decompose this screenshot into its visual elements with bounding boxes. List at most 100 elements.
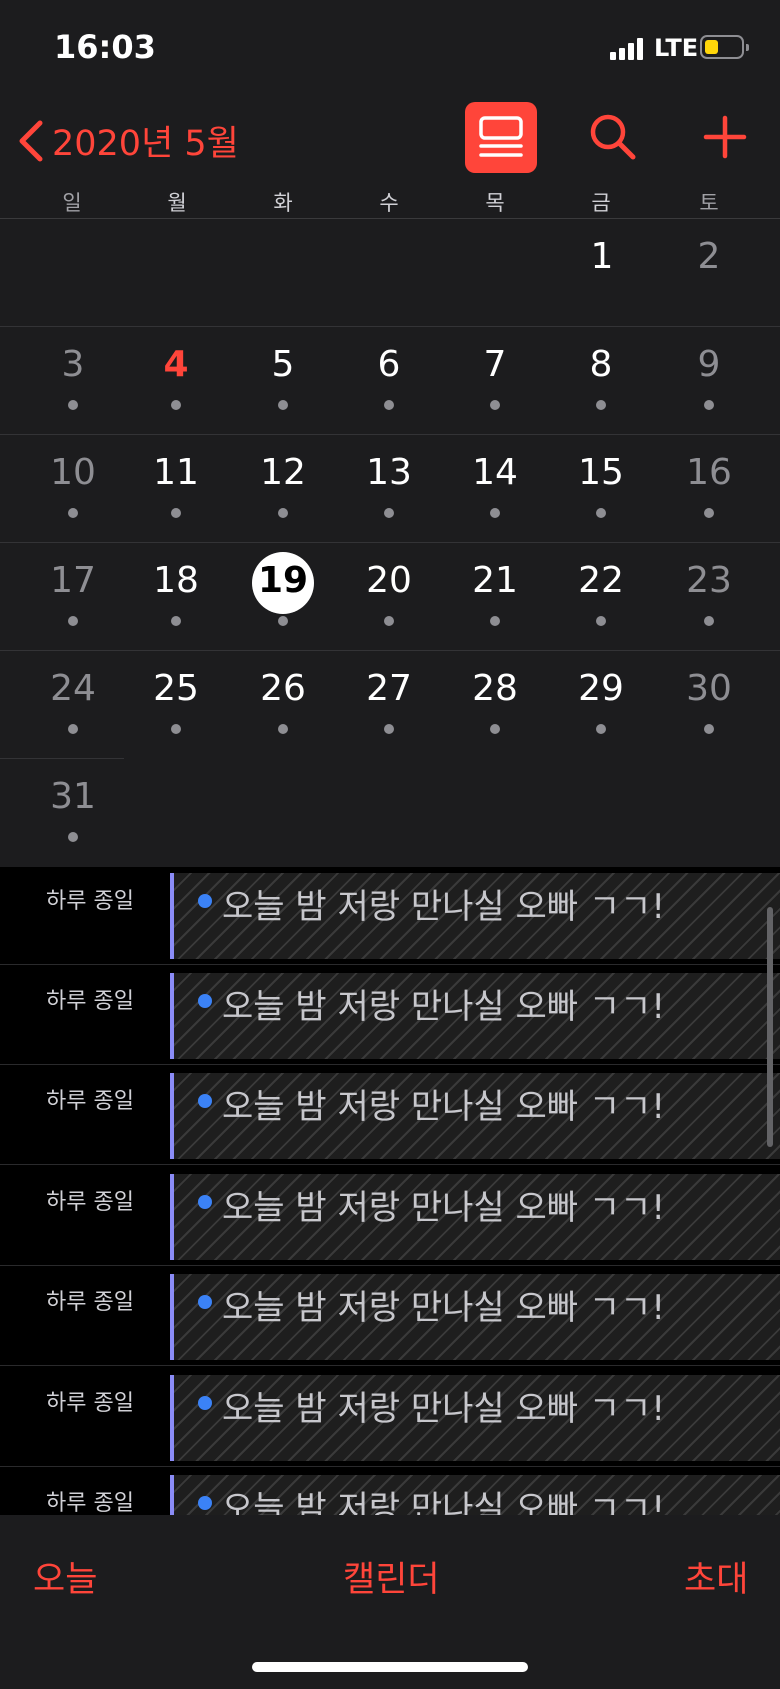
day-cell[interactable]: 16	[659, 451, 759, 518]
event-dot	[68, 724, 78, 734]
divider	[0, 1365, 780, 1366]
event-dot	[278, 616, 288, 626]
list-view-button[interactable]	[465, 102, 537, 173]
home-indicator[interactable]	[252, 1662, 528, 1672]
inbox-button[interactable]: 초대	[684, 1551, 748, 1602]
add-event-button[interactable]	[700, 112, 750, 162]
day-number: 11	[153, 452, 199, 493]
event-dot	[278, 508, 288, 518]
day-cell[interactable]: 11	[126, 451, 226, 518]
day-number: 12	[260, 452, 306, 493]
day-cell[interactable]: 14	[445, 451, 545, 518]
day-cell[interactable]: 31	[23, 775, 123, 842]
day-cell[interactable]: 20	[339, 559, 439, 626]
event-block[interactable]: 오늘 밤 저랑 만나실 오빠 ㄱㄱ!	[170, 1375, 780, 1461]
search-button[interactable]	[588, 112, 638, 162]
divider	[0, 1064, 780, 1065]
chevron-left-icon	[19, 120, 43, 161]
day-cell[interactable]: 29	[551, 667, 651, 734]
day-number: 3	[61, 344, 85, 385]
day-cell[interactable]: 9	[659, 343, 759, 410]
event-dot	[704, 508, 714, 518]
day-number: 4	[163, 344, 189, 385]
event-dot	[171, 508, 181, 518]
day-cell[interactable]: 4	[126, 343, 226, 410]
day-cell[interactable]: 10	[23, 451, 123, 518]
calendar-color-dot	[198, 894, 212, 908]
day-cell-today[interactable]: 19	[233, 559, 333, 626]
day-number: 5	[271, 344, 295, 385]
event-block[interactable]: 오늘 밤 저랑 만나실 오빠 ㄱㄱ!	[170, 1274, 780, 1360]
event-row[interactable]: 하루 종일 오늘 밤 저랑 만나실 오빠 ㄱㄱ!	[0, 1469, 780, 1515]
event-dot	[490, 616, 500, 626]
event-block[interactable]: 오늘 밤 저랑 만나실 오빠 ㄱㄱ!	[170, 1475, 780, 1515]
calendar-color-dot	[198, 1496, 212, 1510]
status-bar: 16:03 LTE	[0, 0, 780, 95]
event-dot	[596, 724, 606, 734]
event-row[interactable]: 하루 종일 오늘 밤 저랑 만나실 오빠 ㄱㄱ!	[0, 1369, 780, 1468]
calendar-color-dot	[198, 1295, 212, 1309]
event-title: 오늘 밤 저랑 만나실 오빠 ㄱㄱ!	[222, 1288, 666, 1328]
event-row[interactable]: 하루 종일 오늘 밤 저랑 만나실 오빠 ㄱㄱ!	[0, 1168, 780, 1267]
event-dot	[596, 400, 606, 410]
day-number: 23	[686, 560, 732, 601]
day-cell[interactable]: 17	[23, 559, 123, 626]
day-cell[interactable]: 3	[23, 343, 123, 410]
day-cell[interactable]: 6	[339, 343, 439, 410]
today-button[interactable]: 오늘	[33, 1551, 97, 1602]
day-cell[interactable]: 27	[339, 667, 439, 734]
day-cell[interactable]: 30	[659, 667, 759, 734]
day-cell[interactable]: 28	[445, 667, 545, 734]
event-block[interactable]: 오늘 밤 저랑 만나실 오빠 ㄱㄱ!	[170, 873, 780, 959]
event-block[interactable]: 오늘 밤 저랑 만나실 오빠 ㄱㄱ!	[170, 1073, 780, 1159]
weekday-sat: 토	[699, 191, 719, 215]
all-day-label: 하루 종일	[46, 1190, 134, 1215]
event-row[interactable]: 하루 종일 오늘 밤 저랑 만나실 오빠 ㄱㄱ!	[0, 1067, 780, 1166]
day-cell[interactable]: 15	[551, 451, 651, 518]
all-day-label: 하루 종일	[46, 1391, 134, 1416]
day-cell[interactable]: 26	[233, 667, 333, 734]
day-number: 25	[153, 668, 199, 709]
day-cell[interactable]: 18	[126, 559, 226, 626]
day-cell[interactable]: 22	[551, 559, 651, 626]
event-dot	[171, 616, 181, 626]
day-cell[interactable]: 5	[233, 343, 333, 410]
day-number: 19	[257, 560, 309, 601]
day-number: 8	[589, 344, 613, 385]
day-cell[interactable]: 21	[445, 559, 545, 626]
day-cell[interactable]: 2	[659, 235, 759, 279]
day-cell[interactable]: 12	[233, 451, 333, 518]
day-number: 22	[578, 560, 624, 601]
event-row[interactable]: 하루 종일 오늘 밤 저랑 만나실 오빠 ㄱㄱ!	[0, 967, 780, 1066]
day-cell[interactable]: 23	[659, 559, 759, 626]
divider	[0, 964, 780, 965]
event-block[interactable]: 오늘 밤 저랑 만나실 오빠 ㄱㄱ!	[170, 973, 780, 1059]
day-cell[interactable]: 1	[552, 235, 652, 279]
day-number: 10	[50, 452, 96, 493]
battery-icon	[700, 35, 749, 59]
scrollbar[interactable]	[767, 907, 773, 1147]
divider	[0, 1164, 780, 1165]
event-list[interactable]: 하루 종일 오늘 밤 저랑 만나실 오빠 ㄱㄱ! 하루 종일 오늘 밤 저랑 만…	[0, 867, 780, 1515]
event-title: 오늘 밤 저랑 만나실 오빠 ㄱㄱ!	[222, 1389, 666, 1429]
day-number: 6	[377, 344, 401, 385]
network-label: LTE	[654, 34, 699, 62]
day-cell[interactable]: 7	[445, 343, 545, 410]
event-dot	[68, 832, 78, 842]
day-cell[interactable]: 25	[126, 667, 226, 734]
day-cell[interactable]: 8	[551, 343, 651, 410]
day-cell[interactable]: 13	[339, 451, 439, 518]
event-block[interactable]: 오늘 밤 저랑 만나실 오빠 ㄱㄱ!	[170, 1174, 780, 1260]
event-row[interactable]: 하루 종일 오늘 밤 저랑 만나실 오빠 ㄱㄱ!	[0, 1268, 780, 1367]
event-dot	[171, 400, 181, 410]
list-view-icon	[479, 116, 523, 157]
day-cell[interactable]: 24	[23, 667, 123, 734]
event-dot	[384, 508, 394, 518]
calendars-button[interactable]: 캘린더	[343, 1551, 440, 1602]
event-row[interactable]: 하루 종일 오늘 밤 저랑 만나실 오빠 ㄱㄱ!	[0, 867, 780, 966]
event-title: 오늘 밤 저랑 만나실 오빠 ㄱㄱ!	[222, 987, 666, 1027]
back-label: 2020년 5월	[52, 124, 239, 164]
weekday-thu: 목	[485, 191, 505, 215]
back-button[interactable]: 2020년 5월	[16, 115, 239, 166]
event-dot	[278, 400, 288, 410]
